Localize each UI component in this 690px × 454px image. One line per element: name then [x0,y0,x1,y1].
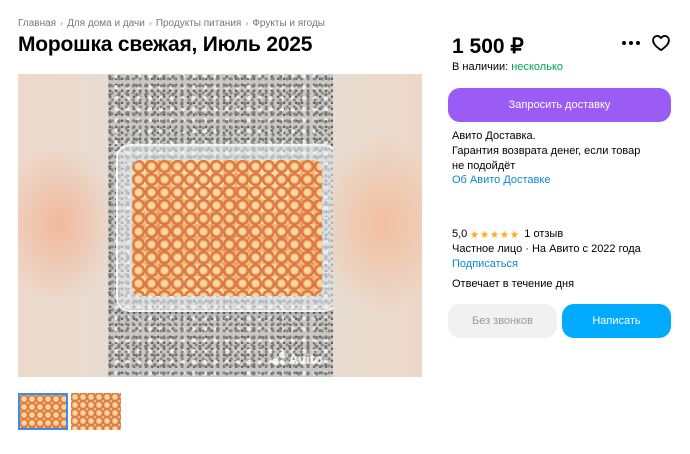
cloudberries [132,160,322,296]
delivery-info-line2: Гарантия возврата денег, если товар [452,145,641,157]
star-icon [481,230,489,238]
delivery-info-line3: не подойдёт [452,160,516,172]
availability-value: несколько [511,61,564,73]
breadcrumb-home[interactable]: Главная [18,18,56,29]
star-icon [491,230,499,238]
watermark-text: Avito [288,351,323,367]
price: 1 500 ₽ [452,35,524,58]
chevron-right-icon: › [245,18,249,28]
about-delivery-link[interactable]: Об Авито Доставке [452,173,550,188]
seller-rating[interactable]: 5,0 1 отзыв [452,228,563,240]
star-icon [511,230,519,238]
breadcrumb-food[interactable]: Продукты питания [156,18,242,29]
response-time: Отвечает в течение дня [452,278,575,290]
thumbnail-2[interactable] [71,393,121,430]
main-photo[interactable]: Avito [108,74,333,377]
berry-tray [116,144,333,312]
heart-icon[interactable] [651,33,671,53]
breadcrumb-fruits[interactable]: Фрукты и ягоды [252,18,325,29]
no-calls-button: Без звонков [448,304,557,338]
seller-type: Частное лицо · На Авито с 2022 года [452,243,641,255]
subscribe-link[interactable]: Подписаться [452,257,518,272]
write-message-button[interactable]: Написать [562,304,671,338]
rating-stars [470,230,520,239]
request-delivery-button[interactable]: Запросить доставку [448,88,671,122]
avito-logo-icon [271,352,286,366]
chevron-right-icon: › [60,18,64,28]
availability-label: В наличии: [452,61,509,73]
avito-watermark: Avito [271,351,323,367]
thumbnail-1[interactable] [18,393,68,430]
rating-value: 5,0 [452,228,468,240]
chevron-right-icon: › [148,18,152,28]
star-icon [471,230,479,238]
breadcrumb: Главная › Для дома и дачи › Продукты пит… [18,16,325,30]
page-title: Морошка свежая, Июль 2025 [18,33,313,56]
star-icon [501,230,509,238]
reviews-count: 1 отзыв [524,228,564,240]
breadcrumb-home-garden[interactable]: Для дома и дачи [67,18,145,29]
delivery-info-line1: Авито Доставка. [452,130,536,142]
photo-gallery[interactable]: Avito [18,74,422,377]
more-dots-icon[interactable] [620,34,642,52]
availability: В наличии: несколько [452,61,563,73]
